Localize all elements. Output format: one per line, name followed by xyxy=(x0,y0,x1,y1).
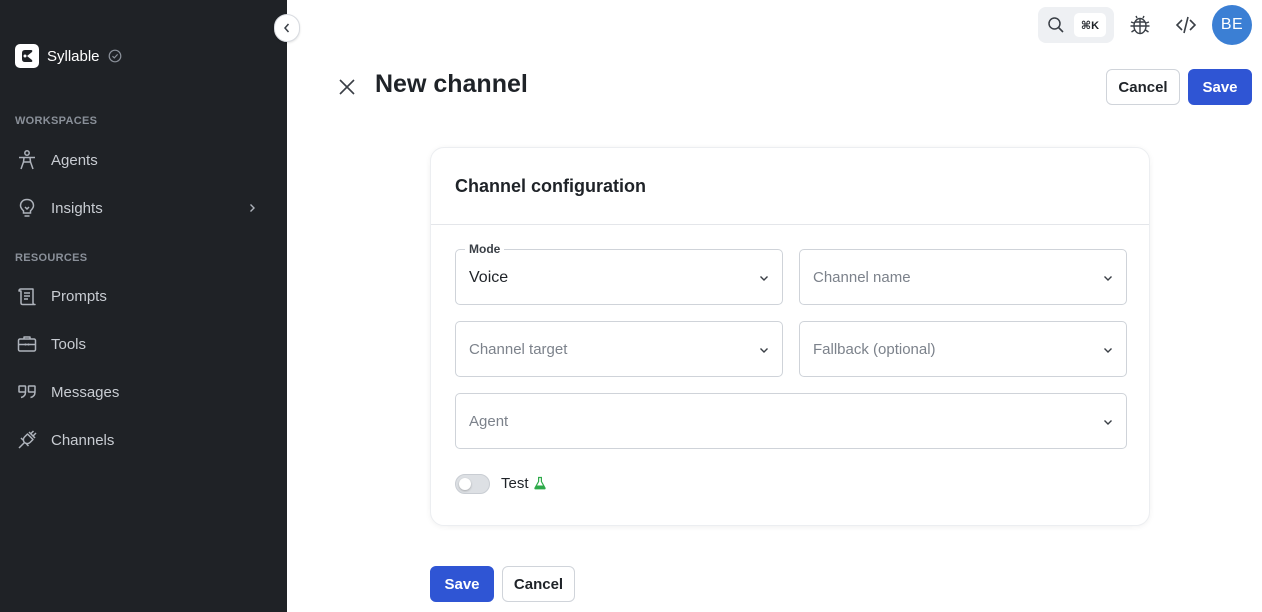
sidebar-item-label: Agents xyxy=(51,151,98,169)
channel-target-select[interactable]: Channel target xyxy=(455,321,783,377)
plug-icon xyxy=(15,428,39,452)
fallback-select[interactable]: Fallback (optional) xyxy=(799,321,1127,377)
syllable-logo-icon xyxy=(15,44,39,68)
verified-check-icon xyxy=(108,49,122,63)
sidebar-item-label: Prompts xyxy=(51,287,107,305)
sidebar-item-label: Messages xyxy=(51,383,120,401)
lightbulb-icon xyxy=(15,196,39,220)
briefcase-icon xyxy=(15,332,39,356)
scroll-icon xyxy=(15,284,39,308)
bug-icon xyxy=(1128,13,1152,37)
sidebar-item-insights[interactable]: Insights xyxy=(15,190,272,226)
mode-select[interactable]: Mode Voice xyxy=(455,242,783,305)
page-title: New channel xyxy=(375,70,528,98)
sidebar-item-channels[interactable]: Channels xyxy=(15,422,272,458)
sidebar-item-agents[interactable]: Agents xyxy=(15,142,272,178)
channel-name-select[interactable]: Channel name xyxy=(799,249,1127,305)
close-icon xyxy=(337,77,357,97)
mode-value: Voice xyxy=(469,269,509,286)
collapse-sidebar-button[interactable] xyxy=(274,14,300,42)
shortcut-badge: ⌘K xyxy=(1074,13,1106,37)
section-label-workspaces: WORKSPACES xyxy=(15,115,98,127)
header-cancel-button[interactable]: Cancel xyxy=(1106,69,1180,105)
brand-name: Syllable xyxy=(47,47,100,65)
divider xyxy=(431,224,1149,225)
debug-button[interactable] xyxy=(1127,12,1153,38)
sidebar-item-label: Insights xyxy=(51,199,103,217)
agent-placeholder: Agent xyxy=(469,413,509,430)
developer-button[interactable] xyxy=(1173,12,1199,38)
footer-save-button[interactable]: Save xyxy=(430,566,494,602)
sidebar-item-messages[interactable]: Messages xyxy=(15,374,272,410)
test-toggle[interactable] xyxy=(455,474,490,494)
footer-cancel-button[interactable]: Cancel xyxy=(502,566,575,602)
chevron-left-icon xyxy=(282,22,292,34)
toggle-knob xyxy=(459,478,471,490)
mode-legend: Mode xyxy=(465,242,505,256)
sidebar-item-tools[interactable]: Tools xyxy=(15,326,272,362)
brand[interactable]: Syllable xyxy=(15,44,122,68)
flask-icon xyxy=(533,476,547,490)
test-toggle-label: Test xyxy=(501,475,529,492)
quote-icon xyxy=(15,380,39,404)
channel-configuration-card: Channel configuration Mode Voice Channel… xyxy=(430,147,1150,526)
channel-name-placeholder: Channel name xyxy=(813,269,911,286)
sidebar-item-prompts[interactable]: Prompts xyxy=(15,278,272,314)
chevron-down-icon xyxy=(758,344,770,356)
channel-target-placeholder: Channel target xyxy=(469,341,568,358)
close-button[interactable] xyxy=(334,74,360,100)
chevron-down-icon xyxy=(1102,344,1114,356)
search-icon xyxy=(1047,16,1065,34)
sidebar-item-label: Tools xyxy=(51,335,87,353)
sidebar-item-label: Channels xyxy=(51,431,115,449)
header-save-button[interactable]: Save xyxy=(1188,69,1252,105)
sidebar: Syllable WORKSPACES Agents Insights RESO… xyxy=(0,0,287,612)
agent-select[interactable]: Agent xyxy=(455,393,1127,449)
agent-icon xyxy=(15,148,39,172)
chevron-right-icon xyxy=(246,202,258,214)
fallback-placeholder: Fallback (optional) xyxy=(813,341,936,358)
chevron-down-icon xyxy=(1102,272,1114,284)
search-button[interactable]: ⌘K xyxy=(1038,7,1114,43)
avatar[interactable]: BE xyxy=(1212,5,1252,45)
chevron-down-icon xyxy=(758,272,770,284)
section-label-resources: RESOURCES xyxy=(15,252,88,264)
chevron-down-icon xyxy=(1102,416,1114,428)
card-title: Channel configuration xyxy=(455,176,646,196)
code-icon xyxy=(1174,13,1198,37)
